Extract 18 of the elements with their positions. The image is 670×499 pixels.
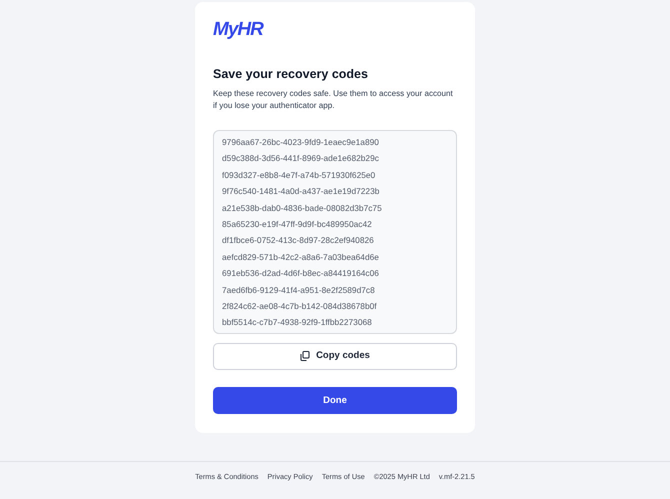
recovery-code: 7aed6fb6-9129-41f4-a951-8e2f2589d7c8: [222, 284, 375, 297]
page-title: Save your recovery codes: [213, 67, 369, 82]
copy-button[interactable]: Copy codes: [213, 342, 457, 370]
recovery-code: 2f824c62-ae08-4c7b-b142-084d38678b0f: [222, 300, 377, 313]
recovery-code: 9f76c540-1481-4a0d-a437-ae1e19d7223b: [222, 185, 380, 198]
recovery-code: 691eb536-d2ad-4d6f-b8ec-a84419164c06: [222, 267, 379, 280]
recovery-code: 9796aa67-26bc-4023-9fd9-1eaec9e1a890: [222, 136, 379, 149]
copy-icon: [300, 351, 310, 362]
recovery-code: aefcd829-571b-42c2-a8a6-7a03bea64d6e: [222, 250, 379, 264]
recovery-code: f093d327-e8b8-4e7f-a74b-571930f625e0: [222, 168, 376, 182]
recovery-code: a21e538b-dab0-4836-bade-08082d3b7c75: [222, 202, 382, 215]
description: Keep these recovery codes safe. Use them to access your account if you lose your authenticator app.: [213, 88, 454, 112]
recovery-code: df1fbce6-0752-413c-8d97-28c2ef940826: [222, 234, 374, 248]
done-button[interactable]: Done: [213, 387, 457, 414]
logo: MyHR: [213, 19, 263, 41]
recovery-code: 85a65230-e19f-47ff-9d9f-bc489950ac42: [222, 218, 372, 231]
recovery-code: bbf5514c-c7b7-4938-92f9-1ffbb2273068: [222, 316, 372, 330]
recovery-code: d59c388d-3d56-441f-8969-ade1e682b29c: [222, 152, 379, 166]
